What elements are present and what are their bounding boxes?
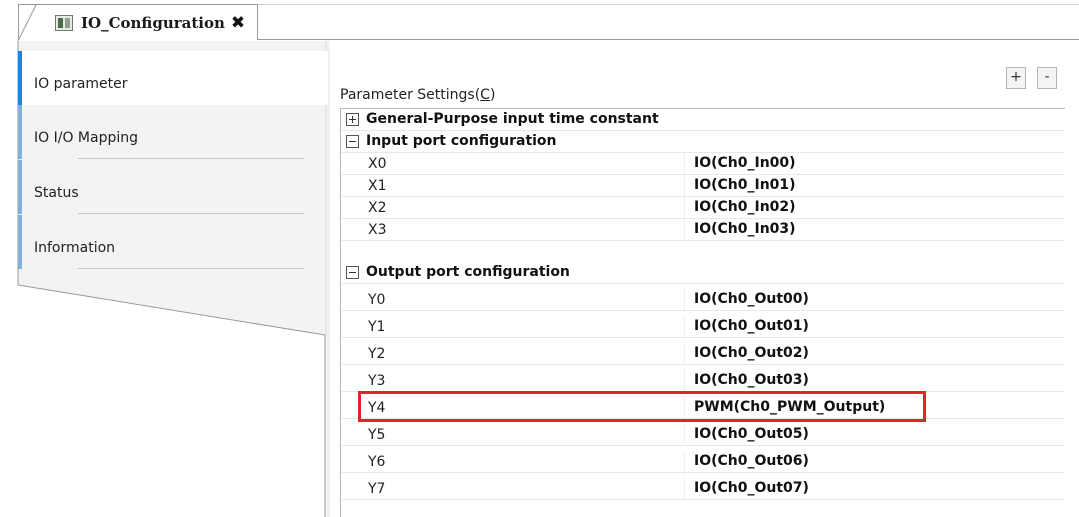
tab-slant-edge: [18, 5, 37, 41]
column-divider: [684, 289, 685, 310]
port-name: X3: [368, 222, 387, 238]
item-indicator: [18, 105, 22, 159]
collapse-icon[interactable]: [346, 266, 359, 279]
tree-section-general-purpose[interactable]: General-Purpose input time constant: [341, 109, 1065, 131]
column-divider: [684, 424, 685, 445]
column-divider: [684, 197, 685, 218]
port-assignment[interactable]: IO(Ch0_Out03): [694, 372, 809, 388]
collapse-all-button[interactable]: -: [1037, 67, 1057, 89]
separator: [78, 213, 304, 214]
table-row[interactable]: Y5 IO(Ch0_Out05): [341, 424, 1065, 446]
active-indicator: [18, 51, 22, 105]
port-name: X2: [368, 200, 387, 216]
port-name: Y6: [368, 454, 386, 470]
table-row[interactable]: Y6 IO(Ch0_Out06): [341, 451, 1065, 473]
document-tabstrip: IO_Configuration ✖: [0, 0, 1079, 41]
port-assignment[interactable]: IO(Ch0_Out02): [694, 345, 809, 361]
port-assignment[interactable]: IO(Ch0_Out01): [694, 318, 809, 334]
port-name: Y0: [368, 292, 386, 308]
module-icon: [55, 15, 73, 31]
column-divider: [684, 451, 685, 472]
column-divider: [684, 153, 685, 174]
port-name: Y5: [368, 427, 386, 443]
tree-section-input-port[interactable]: Input port configuration: [341, 131, 1065, 153]
section-label: General-Purpose input time constant: [366, 111, 659, 127]
parameter-tree: General-Purpose input time constant Inpu…: [340, 108, 1065, 517]
expand-all-button[interactable]: +: [1006, 67, 1026, 89]
column-divider: [684, 370, 685, 391]
table-row[interactable]: Y1 IO(Ch0_Out01): [341, 316, 1065, 338]
table-row[interactable]: X3 IO(Ch0_In03): [341, 219, 1065, 241]
port-name: Y7: [368, 481, 386, 497]
table-row[interactable]: Y0 IO(Ch0_Out00): [341, 289, 1065, 311]
column-divider: [684, 175, 685, 196]
tab-io-configuration[interactable]: IO_Configuration ✖: [18, 4, 258, 41]
tabstrip-top-border: [258, 4, 1079, 5]
port-name: Y2: [368, 346, 386, 362]
port-assignment[interactable]: IO(Ch0_Out07): [694, 480, 809, 496]
port-assignment[interactable]: IO(Ch0_In03): [694, 221, 796, 237]
sidebar-item-label: Status: [34, 185, 79, 201]
sidebar-item-io-mapping[interactable]: IO I/O Mapping: [18, 105, 328, 159]
collapse-icon[interactable]: [346, 135, 359, 148]
table-row[interactable]: X1 IO(Ch0_In01): [341, 175, 1065, 197]
sidebar-item-label: Information: [34, 240, 116, 256]
highlight-annotation-box: [358, 391, 926, 422]
parameter-settings-title: Parameter Settings(C): [340, 87, 495, 103]
sidebar: IO parameter IO I/O Mapping Status Infor…: [0, 41, 330, 517]
item-indicator: [18, 215, 22, 269]
title-text: Parameter Settings(: [340, 87, 481, 103]
tree-section-output-port[interactable]: Output port configuration: [341, 262, 1065, 284]
section-label: Output port configuration: [366, 264, 570, 280]
table-row[interactable]: X0 IO(Ch0_In00): [341, 153, 1065, 175]
section-label: Input port configuration: [366, 133, 557, 149]
table-row[interactable]: Y7 IO(Ch0_Out07): [341, 478, 1065, 500]
sidebar-item-io-parameter[interactable]: IO parameter: [18, 51, 328, 105]
table-row[interactable]: Y2 IO(Ch0_Out02): [341, 343, 1065, 365]
port-name: X0: [368, 156, 387, 172]
column-divider: [684, 343, 685, 364]
separator: [78, 158, 304, 159]
sidebar-item-label: IO I/O Mapping: [34, 130, 138, 146]
port-assignment[interactable]: IO(Ch0_In02): [694, 199, 796, 215]
close-icon[interactable]: ✖: [227, 12, 249, 34]
separator: [78, 268, 304, 269]
port-assignment[interactable]: IO(Ch0_Out00): [694, 291, 809, 307]
table-row[interactable]: X2 IO(Ch0_In02): [341, 197, 1065, 219]
port-assignment[interactable]: IO(Ch0_Out06): [694, 453, 809, 469]
port-assignment[interactable]: IO(Ch0_In01): [694, 177, 796, 193]
port-assignment[interactable]: IO(Ch0_Out05): [694, 426, 809, 442]
sidebar-item-information[interactable]: Information: [18, 215, 328, 269]
item-indicator: [18, 160, 22, 214]
column-divider: [684, 478, 685, 499]
tab-title: IO_Configuration: [81, 14, 225, 32]
port-name: Y1: [368, 319, 386, 335]
title-hotkey: C: [480, 87, 490, 103]
sidebar-item-status[interactable]: Status: [18, 160, 328, 214]
title-suffix: ): [489, 87, 496, 103]
port-name: X1: [368, 178, 387, 194]
column-divider: [684, 219, 685, 240]
sidebar-item-label: IO parameter: [34, 76, 128, 92]
port-name: Y3: [368, 373, 386, 389]
port-assignment[interactable]: IO(Ch0_In00): [694, 155, 796, 171]
column-divider: [684, 316, 685, 337]
expand-icon[interactable]: [346, 113, 359, 126]
table-row[interactable]: Y3 IO(Ch0_Out03): [341, 370, 1065, 392]
